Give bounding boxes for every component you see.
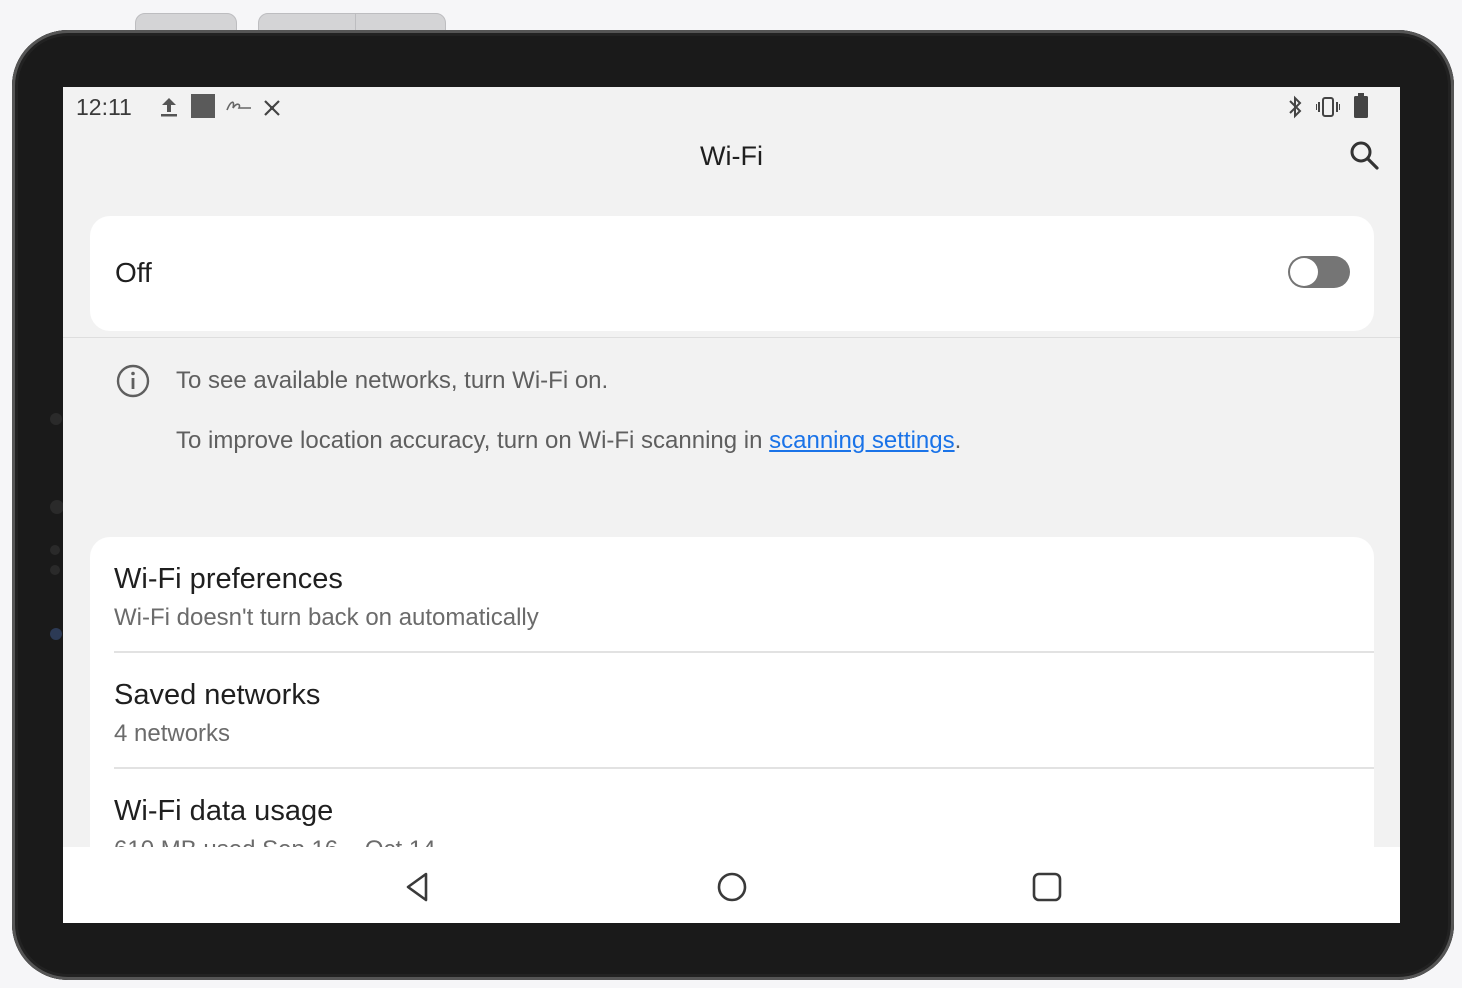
- switch-thumb: [1290, 258, 1318, 286]
- saved-networks-item[interactable]: Saved networks 4 networks: [90, 653, 1374, 769]
- app-notification-icon: [226, 101, 251, 111]
- recents-icon[interactable]: [1027, 867, 1067, 907]
- back-icon[interactable]: [397, 867, 437, 907]
- sensor-dot: [50, 413, 62, 425]
- square-notification-icon: [191, 94, 215, 118]
- status-bar: 12:11: [63, 87, 1400, 127]
- wifi-preferences-item[interactable]: Wi-Fi preferences Wi-Fi doesn't turn bac…: [90, 537, 1374, 653]
- bluetooth-icon: [1289, 95, 1302, 119]
- vibrate-icon: [1316, 97, 1340, 117]
- wifi-toggle-label: Off: [115, 257, 152, 288]
- wifi-toggle-row[interactable]: Off: [90, 216, 1374, 331]
- list-item-subtitle: 4 networks: [114, 720, 231, 747]
- section-divider: [63, 337, 1400, 338]
- list-item-title: Wi-Fi preferences: [114, 563, 343, 595]
- upload-icon: [161, 98, 177, 117]
- camera-dot: [50, 500, 64, 514]
- screen: 12:11 Wi-Fi Off To see available network…: [63, 87, 1400, 923]
- info-text-wifi-off: To see available networks, turn Wi-Fi on…: [176, 367, 609, 394]
- home-icon[interactable]: [712, 867, 752, 907]
- page-title: Wi-Fi: [700, 141, 763, 171]
- no-signal-icon: [264, 100, 280, 116]
- info-text-scanning-suffix: .: [954, 427, 962, 454]
- sensor-dot: [50, 565, 60, 575]
- info-icon: [116, 364, 150, 398]
- list-item-title: Saved networks: [114, 679, 321, 711]
- battery-icon: [1354, 93, 1368, 118]
- list-item-subtitle: Wi-Fi doesn't turn back on automatically: [114, 604, 539, 631]
- info-text-scanning: To improve location accuracy, turn on Wi…: [176, 427, 961, 455]
- status-time: 12:11: [76, 94, 132, 120]
- light-sensor-dot: [50, 628, 62, 640]
- navigation-bar: [63, 847, 1400, 923]
- list-item-title: Wi-Fi data usage: [114, 795, 334, 827]
- wifi-switch[interactable]: [1288, 256, 1350, 288]
- info-text-scanning-prefix: To improve location accuracy, turn on Wi…: [176, 427, 770, 454]
- sensor-dot: [50, 545, 60, 555]
- search-icon[interactable]: [1348, 139, 1380, 171]
- scanning-settings-link[interactable]: scanning settings: [769, 427, 954, 454]
